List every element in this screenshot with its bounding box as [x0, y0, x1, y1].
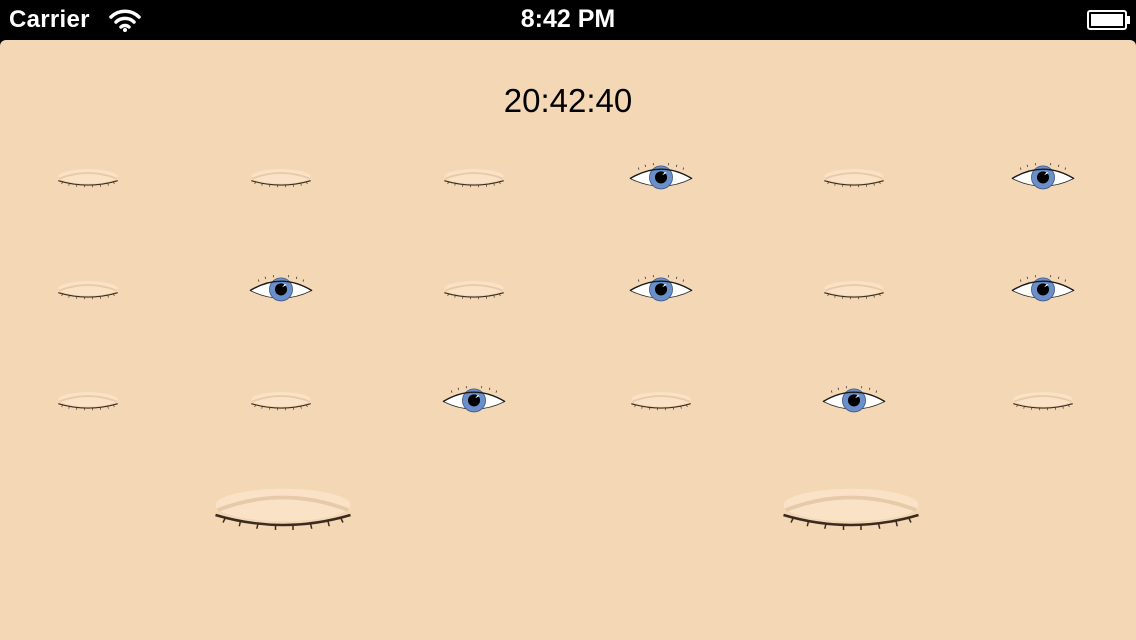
open-eye-icon	[1011, 275, 1075, 302]
status-bar: Carrier 8:42 PM	[0, 0, 1136, 40]
closed-eye-icon	[444, 169, 504, 188]
open-eye-icon	[249, 275, 313, 302]
open-eye-icon	[822, 386, 886, 413]
closed-eye-icon	[631, 392, 691, 411]
closed-eye-icon	[824, 281, 884, 300]
closed-eye-icon	[58, 392, 118, 411]
closed-eye-icon	[783, 488, 919, 530]
status-clock: 8:42 PM	[520, 5, 616, 33]
time-display: 20:42:40	[503, 82, 633, 119]
open-eye-icon	[1011, 163, 1075, 190]
closed-eye-icon	[251, 169, 311, 188]
closed-eye-icon	[58, 169, 118, 188]
closed-eye-icon	[444, 281, 504, 300]
battery-full-icon	[1087, 10, 1130, 30]
closed-eye-icon	[215, 488, 351, 530]
eye-clock-screen: 20:42:40	[0, 40, 1136, 640]
open-eye-icon	[442, 386, 506, 413]
closed-eye-icon	[251, 392, 311, 411]
open-eye-icon	[629, 275, 693, 302]
closed-eye-icon	[1013, 392, 1073, 411]
closed-eye-icon	[824, 169, 884, 188]
closed-eye-icon	[58, 281, 118, 300]
open-eye-icon	[629, 163, 693, 190]
